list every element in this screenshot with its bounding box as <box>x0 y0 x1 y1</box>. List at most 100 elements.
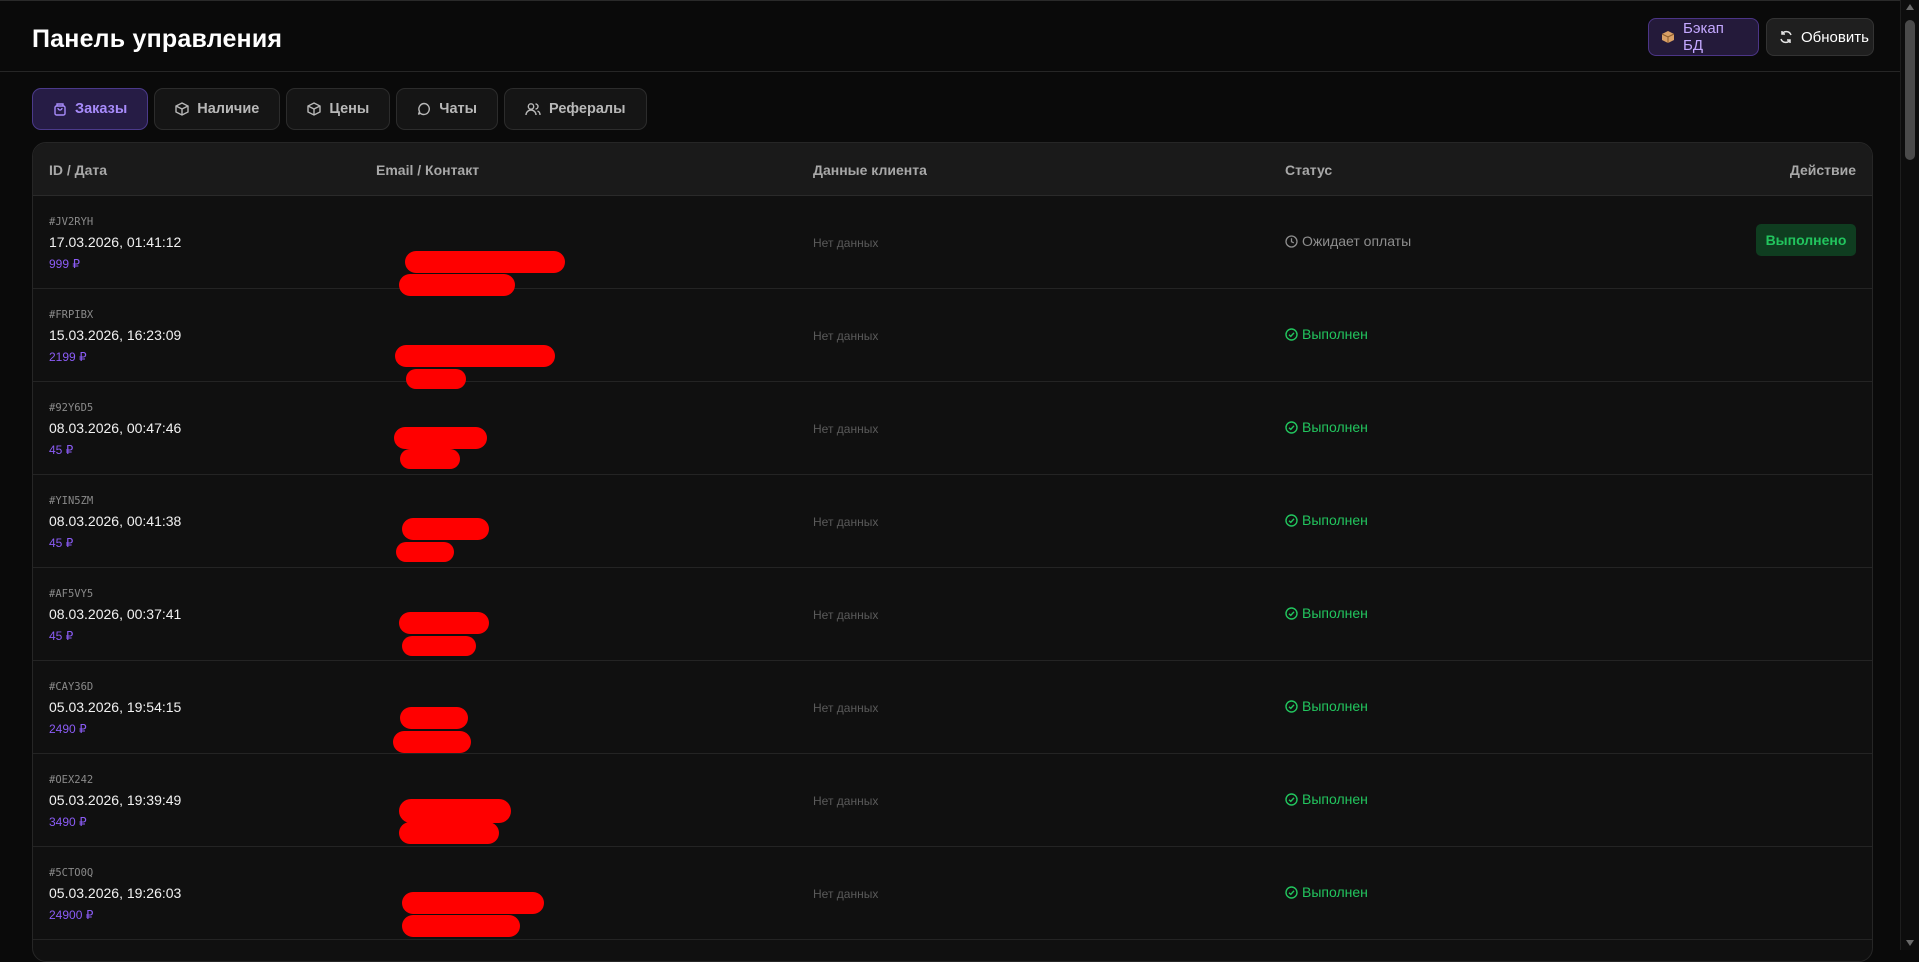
status-label: Ожидает оплаты <box>1302 233 1412 249</box>
tab-chats-label: Чаты <box>439 101 478 117</box>
client-data: Нет данных <box>813 236 879 250</box>
refresh-button[interactable]: Обновить <box>1766 18 1874 56</box>
client-data: Нет данных <box>813 794 879 808</box>
status-label: Выполнен <box>1302 791 1368 807</box>
order-date: 15.03.2026, 16:23:09 <box>49 327 182 343</box>
scrollbar-thumb[interactable] <box>1905 20 1915 160</box>
client-data: Нет данных <box>813 422 879 436</box>
column-header-id-date: ID / Дата <box>49 162 108 178</box>
order-status: Выполнен <box>1285 698 1368 714</box>
table-row: #FRPIBX 15.03.2026, 16:23:09 2199 ₽ Нет дан… <box>33 289 1872 389</box>
redacted-contact <box>399 799 511 823</box>
mark-completed-button[interactable]: Выполнено <box>1756 224 1856 256</box>
status-label: Выполнен <box>1302 698 1368 714</box>
check-circle-icon <box>1285 792 1298 806</box>
order-id: #JV2RYH <box>49 216 94 228</box>
check-circle-icon <box>1285 513 1298 527</box>
redacted-contact <box>402 636 476 656</box>
order-price: 45 ₽ <box>49 629 74 643</box>
table-row: #OEX242 05.03.2026, 19:39:49 3490 ₽ Нет дан… <box>33 754 1872 847</box>
order-price: 45 ₽ <box>49 443 74 457</box>
order-price: 2199 ₽ <box>49 350 87 364</box>
status-label: Выполнен <box>1302 419 1368 435</box>
order-price: 45 ₽ <box>49 536 74 550</box>
refresh-icon <box>1779 30 1793 44</box>
tab-orders[interactable]: Заказы <box>32 88 149 130</box>
tab-referrals-label: Рефералы <box>549 101 626 117</box>
tab-orders-label: Заказы <box>75 101 128 117</box>
check-circle-icon <box>1285 699 1298 713</box>
order-id: #5CTO0Q <box>49 867 94 879</box>
redacted-contact <box>400 449 460 469</box>
client-data: Нет данных <box>813 701 879 715</box>
order-price: 3490 ₽ <box>49 815 87 829</box>
table-body: #JV2RYH 17.03.2026, 01:41:12 999 ₽ Нет данн… <box>33 196 1872 940</box>
status-label: Выполнен <box>1302 884 1368 900</box>
redacted-contact <box>395 345 555 367</box>
shopping-bag-icon <box>53 102 67 116</box>
table-row: #92Y6D5 08.03.2026, 00:47:46 45 ₽ Нет данны… <box>33 382 1872 475</box>
tab-chats[interactable]: Чаты <box>396 88 499 130</box>
tab-prices[interactable]: Цены <box>286 88 391 130</box>
redacted-contact <box>402 518 489 540</box>
tab-bar: Заказы Наличие Цены Чаты Рефералы <box>32 88 647 130</box>
client-data: Нет данных <box>813 608 879 622</box>
order-date: 08.03.2026, 00:37:41 <box>49 606 182 622</box>
table-row: #5CTO0Q 05.03.2026, 19:26:03 24900 ₽ Нет да… <box>33 847 1872 940</box>
order-id: #YIN5ZM <box>49 495 94 507</box>
table-header: ID / Дата Email / Контакт Данные клиента… <box>33 143 1872 196</box>
order-id: #CAY36D <box>49 681 94 693</box>
backup-db-label: Бэкап БД <box>1683 20 1724 54</box>
scroll-up-arrow-icon[interactable] <box>1906 4 1914 10</box>
redacted-contact <box>396 542 454 562</box>
client-data: Нет данных <box>813 515 879 529</box>
order-date: 17.03.2026, 01:41:12 <box>49 234 182 250</box>
status-label: Выполнен <box>1302 512 1368 528</box>
refresh-label: Обновить <box>1801 28 1869 46</box>
order-id: #FRPIBX <box>49 309 94 321</box>
order-id: #92Y6D5 <box>49 402 94 414</box>
order-status: Выполнен <box>1285 791 1368 807</box>
table-row: #JV2RYH 17.03.2026, 01:41:12 999 ₽ Нет данн… <box>33 196 1872 296</box>
order-id: #AF5VY5 <box>49 588 94 600</box>
order-status: Выполнен <box>1285 419 1368 435</box>
check-circle-icon <box>1285 327 1298 341</box>
client-data: Нет данных <box>813 887 879 901</box>
table-row: #CAY36D 05.03.2026, 19:54:15 2490 ₽ Нет дан… <box>33 661 1872 754</box>
tab-stock[interactable]: Наличие <box>154 88 281 130</box>
clock-icon <box>1285 234 1298 248</box>
check-circle-icon <box>1285 420 1298 434</box>
scroll-down-arrow-icon[interactable] <box>1906 940 1914 946</box>
chat-bubble-icon <box>417 102 431 116</box>
order-date: 05.03.2026, 19:26:03 <box>49 885 182 901</box>
redacted-contact <box>405 251 565 273</box>
order-status: Выполнен <box>1285 326 1368 342</box>
order-price: 24900 ₽ <box>49 908 94 922</box>
app-header: Панель управления Бэкап БД Обновить <box>0 1 1900 72</box>
column-header-action: Действие <box>1789 162 1856 178</box>
page-title: Панель управления <box>32 25 283 53</box>
table-row: #AF5VY5 08.03.2026, 00:37:41 45 ₽ Нет данны… <box>33 568 1872 661</box>
column-header-status: Статус <box>1285 162 1333 178</box>
order-status: Выполнен <box>1285 884 1368 900</box>
redacted-contact <box>402 892 544 914</box>
table-row: #YIN5ZM 08.03.2026, 00:41:38 45 ₽ Нет данны… <box>33 475 1872 568</box>
tab-referrals[interactable]: Рефералы <box>504 88 647 130</box>
order-date: 08.03.2026, 00:47:46 <box>49 420 182 436</box>
backup-db-button[interactable]: Бэкап БД <box>1648 18 1759 56</box>
order-id: #OEX242 <box>49 774 94 786</box>
client-data: Нет данных <box>813 329 879 343</box>
order-date: 05.03.2026, 19:39:49 <box>49 792 182 808</box>
page-scrollbar[interactable] <box>1900 0 1919 950</box>
order-status: Выполнен <box>1285 512 1368 528</box>
redacted-contact <box>402 915 520 937</box>
order-status: Ожидает оплаты <box>1285 233 1411 249</box>
package-icon <box>1661 30 1675 44</box>
users-icon <box>525 102 541 116</box>
column-header-email-contact: Email / Контакт <box>376 162 480 178</box>
redacted-contact <box>399 612 489 634</box>
order-price: 999 ₽ <box>49 257 80 271</box>
check-circle-icon <box>1285 606 1298 620</box>
status-label: Выполнен <box>1302 326 1368 342</box>
redacted-contact <box>393 731 471 753</box>
